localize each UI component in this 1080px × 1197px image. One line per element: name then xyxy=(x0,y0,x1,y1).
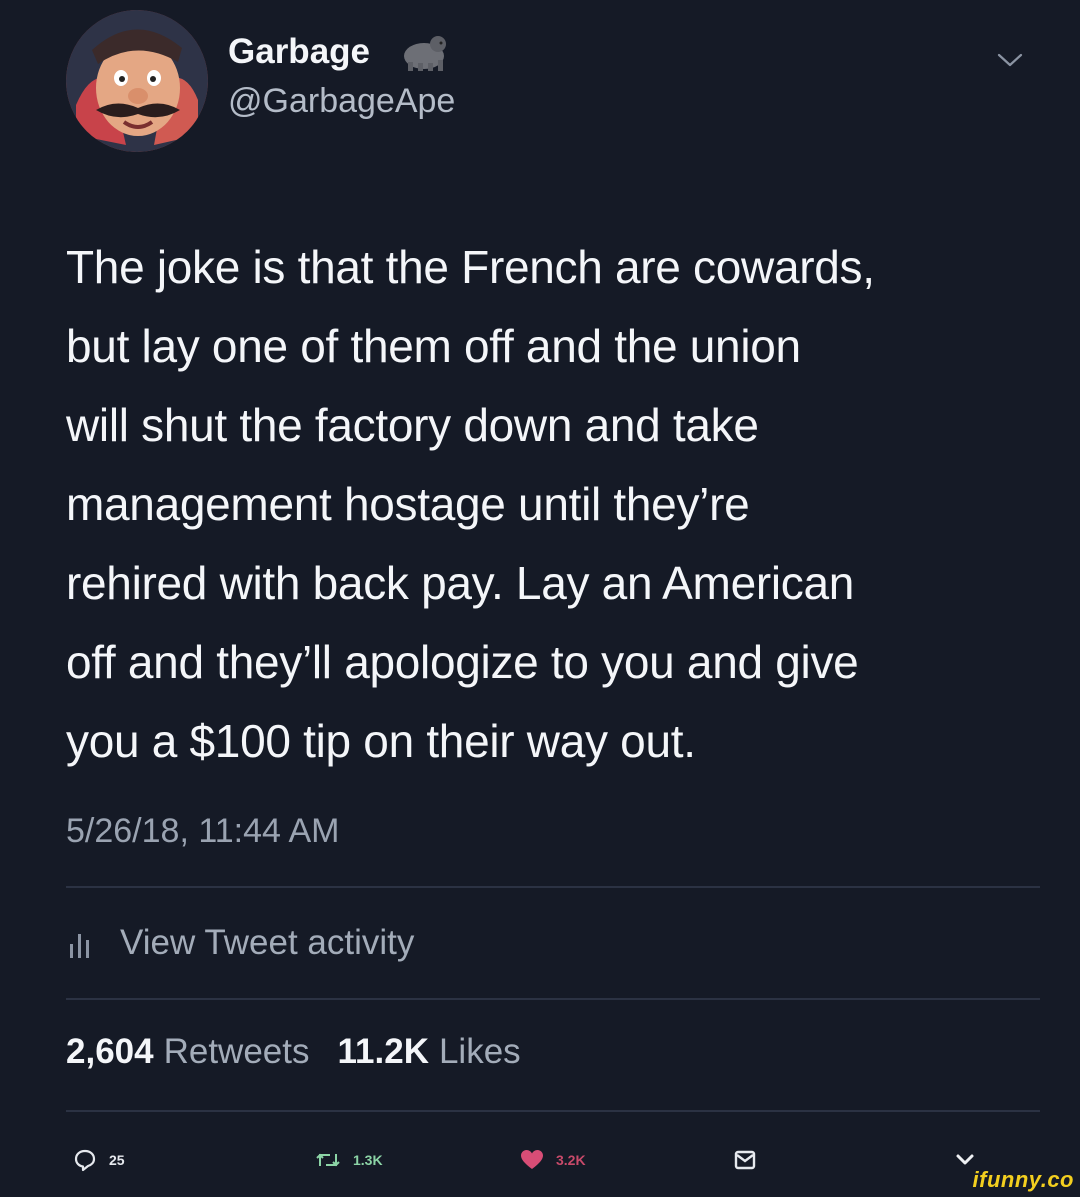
bar-chart-icon xyxy=(70,934,89,958)
like-count: 3.2K xyxy=(556,1152,586,1168)
tweet-line: rehired with back pay. Lay an American xyxy=(66,557,855,609)
reply-button[interactable]: 25 xyxy=(73,1138,125,1182)
reply-count: 25 xyxy=(109,1152,125,1168)
view-tweet-activity-link[interactable]: View Tweet activity xyxy=(66,918,414,968)
chevron-down-icon[interactable] xyxy=(996,50,1024,70)
direct-message-button[interactable] xyxy=(734,1138,756,1182)
divider xyxy=(66,886,1040,888)
retweets-label[interactable]: Retweets xyxy=(164,1032,310,1072)
likes-label[interactable]: Likes xyxy=(439,1032,521,1072)
ifunny-watermark: ifunny.co xyxy=(972,1167,1074,1192)
tweet-line: off and they’ll apologize to you and giv… xyxy=(66,636,859,688)
tweet-line: will shut the factory down and take xyxy=(66,399,759,451)
display-name[interactable]: Garbage xyxy=(228,32,370,72)
divider xyxy=(66,1110,1040,1112)
action-bar: 25 1.3K 3.2K xyxy=(0,1138,1080,1182)
reply-icon xyxy=(74,1149,96,1172)
tweet-line: you a $100 tip on their way out. xyxy=(66,715,696,767)
chevron-down-icon xyxy=(956,1154,974,1165)
tweet-line: The joke is that the French are cowards, xyxy=(66,241,875,293)
like-button[interactable]: 3.2K xyxy=(520,1138,586,1182)
retweet-icon xyxy=(316,1153,340,1167)
avatar[interactable] xyxy=(66,10,208,152)
tweet-line: but lay one of them off and the union xyxy=(66,320,801,372)
tweet-line: management hostage until they’re xyxy=(66,478,750,530)
engagement-stats: 2,604 Retweets 11.2K Likes xyxy=(66,1032,539,1072)
view-tweet-activity-label: View Tweet activity xyxy=(120,923,415,962)
heart-icon xyxy=(521,1150,543,1169)
tweet-card: Garbage @GarbageApe The joke is that the… xyxy=(0,0,1080,1197)
username[interactable]: @GarbageApe xyxy=(228,82,455,121)
avatar-image xyxy=(66,10,208,152)
retweet-count: 1.3K xyxy=(353,1152,383,1168)
tweet-text: The joke is that the French are cowards,… xyxy=(66,228,1046,781)
retweet-button[interactable]: 1.3K xyxy=(315,1138,383,1182)
envelope-icon xyxy=(734,1150,756,1170)
timestamp[interactable]: 5/26/18, 11:44 AM xyxy=(66,812,339,851)
likes-count[interactable]: 11.2K xyxy=(338,1032,429,1072)
gorilla-icon xyxy=(404,36,446,71)
divider xyxy=(66,998,1040,1000)
retweets-count[interactable]: 2,604 xyxy=(66,1032,154,1072)
